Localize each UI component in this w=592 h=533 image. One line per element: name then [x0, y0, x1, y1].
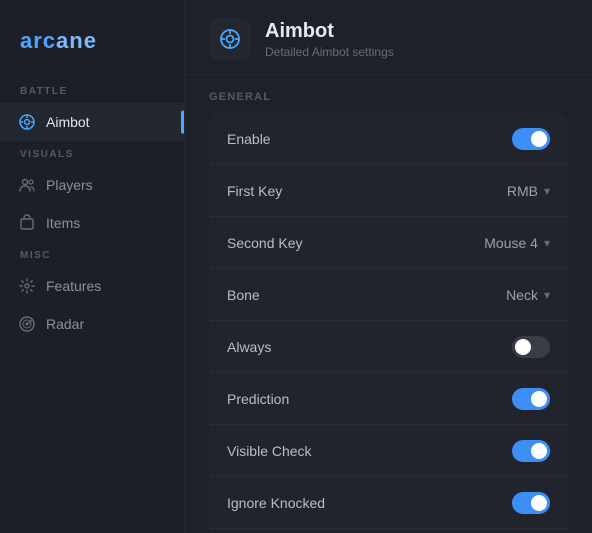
setting-prediction: Prediction [209, 373, 568, 425]
first-key-dropdown[interactable]: RMB ▾ [507, 183, 550, 199]
aimbot-icon [18, 113, 36, 131]
setting-second-key-label: Second Key [227, 235, 303, 251]
setting-second-key-control: Mouse 4 ▾ [484, 235, 550, 251]
first-key-arrow-icon: ▾ [544, 184, 550, 198]
logo: arcane [0, 16, 184, 78]
setting-prediction-label: Prediction [227, 391, 289, 407]
sidebar-item-features-label: Features [46, 278, 101, 294]
setting-ignore-knocked: Ignore Knocked [209, 477, 568, 529]
setting-visible-check-label: Visible Check [227, 443, 312, 459]
sidebar-item-aimbot-label: Aimbot [46, 114, 90, 130]
setting-ignore-knocked-label: Ignore Knocked [227, 495, 325, 511]
setting-always-label: Always [227, 339, 271, 355]
ignore-knocked-toggle[interactable] [512, 492, 550, 514]
setting-first-key: First Key RMB ▾ [209, 165, 568, 217]
prediction-toggle[interactable] [512, 388, 550, 410]
setting-first-key-control: RMB ▾ [507, 183, 550, 199]
setting-draw-fov-border: Draw FOV Border [209, 529, 568, 533]
header-text: Aimbot Detailed Aimbot settings [265, 20, 394, 59]
sidebar-item-radar[interactable]: Radar [0, 305, 184, 343]
enable-toggle[interactable] [512, 128, 550, 150]
sidebar: arcane BATTLE Aimbot VISUALS P [0, 0, 185, 533]
sidebar-item-items[interactable]: Items [0, 204, 184, 242]
radar-icon [18, 315, 36, 333]
setting-prediction-control [512, 388, 550, 410]
visible-check-toggle[interactable] [512, 440, 550, 462]
section-misc: MISC [0, 242, 184, 267]
bone-value: Neck [506, 287, 538, 303]
second-key-dropdown[interactable]: Mouse 4 ▾ [484, 235, 550, 251]
setting-first-key-label: First Key [227, 183, 282, 199]
general-section-label: General [209, 91, 568, 103]
sidebar-item-items-label: Items [46, 215, 80, 231]
setting-visible-check-control [512, 440, 550, 462]
main-content: Aimbot Detailed Aimbot settings General … [185, 0, 592, 533]
page-subtitle: Detailed Aimbot settings [265, 45, 394, 59]
bone-dropdown[interactable]: Neck ▾ [506, 287, 550, 303]
setting-enable: Enable [209, 113, 568, 165]
sidebar-item-features[interactable]: Features [0, 267, 184, 305]
sidebar-item-players-label: Players [46, 177, 93, 193]
features-icon [18, 277, 36, 295]
setting-visible-check: Visible Check [209, 425, 568, 477]
page-title: Aimbot [265, 20, 394, 43]
setting-bone-label: Bone [227, 287, 260, 303]
second-key-arrow-icon: ▾ [544, 236, 550, 250]
sidebar-item-radar-label: Radar [46, 316, 84, 332]
setting-enable-control [512, 128, 550, 150]
page-header: Aimbot Detailed Aimbot settings [185, 0, 592, 75]
items-icon [18, 214, 36, 232]
setting-second-key: Second Key Mouse 4 ▾ [209, 217, 568, 269]
sidebar-item-aimbot[interactable]: Aimbot [0, 103, 184, 141]
header-icon [209, 18, 251, 60]
bone-arrow-icon: ▾ [544, 288, 550, 302]
section-battle: BATTLE [0, 78, 184, 103]
setting-enable-label: Enable [227, 131, 271, 147]
section-visuals: VISUALS [0, 141, 184, 166]
content-area: General Enable First Key RMB ▾ [185, 75, 592, 533]
logo-arc: arc [20, 28, 56, 53]
sidebar-item-players[interactable]: Players [0, 166, 184, 204]
setting-bone: Bone Neck ▾ [209, 269, 568, 321]
logo-ane: ane [56, 28, 97, 53]
setting-bone-control: Neck ▾ [506, 287, 550, 303]
players-icon [18, 176, 36, 194]
always-toggle[interactable] [512, 336, 550, 358]
settings-group: Enable First Key RMB ▾ Second Key [209, 113, 568, 533]
setting-always: Always [209, 321, 568, 373]
second-key-value: Mouse 4 [484, 235, 538, 251]
setting-always-control [512, 336, 550, 358]
setting-ignore-knocked-control [512, 492, 550, 514]
first-key-value: RMB [507, 183, 538, 199]
